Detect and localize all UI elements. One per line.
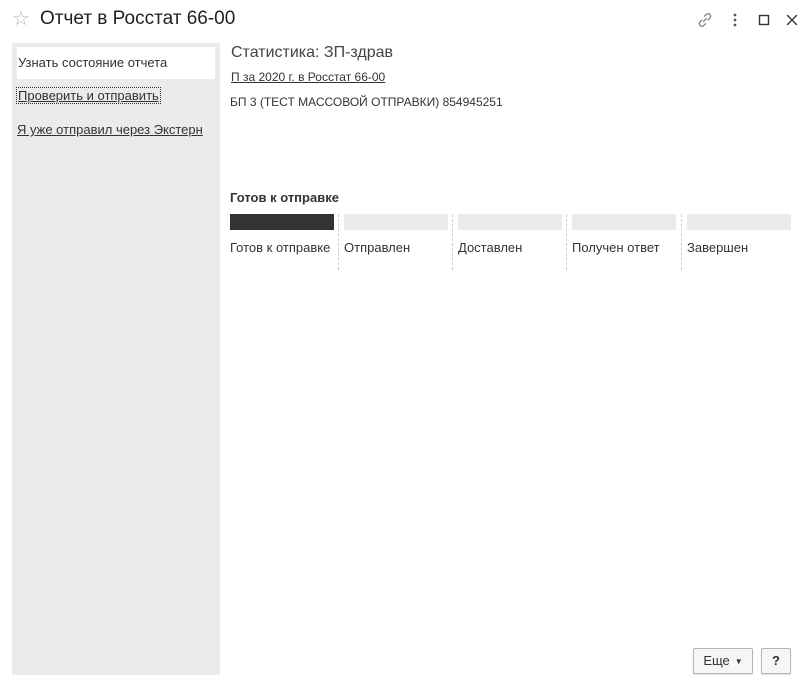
stage-label: Получен ответ — [572, 240, 660, 255]
stage-bar — [572, 214, 676, 230]
window-title: Отчет в Росстат 66-00 — [40, 8, 236, 29]
stage-label: Отправлен — [344, 240, 411, 255]
chevron-down-icon: ▼ — [734, 656, 743, 666]
stage-label: Готов к отправке — [230, 240, 331, 255]
status-stages: Готов к отправке Отправлен Доставлен Пол… — [230, 214, 791, 270]
stage-divider — [566, 214, 567, 270]
stage-bar — [687, 214, 791, 230]
stage-bar — [344, 214, 448, 230]
help-button[interactable]: ? — [761, 648, 791, 674]
organization-name: БП 3 (ТЕСТ МАССОВОЙ ОТПРАВКИ) 854945251 — [230, 95, 503, 109]
report-panel: Статистика: ЗП-здрав П за 2020 г. в Росс… — [230, 43, 800, 683]
report-title: Статистика: ЗП-здрав — [231, 44, 394, 61]
more-button-label: Еще — [703, 653, 730, 668]
stage-divider — [338, 214, 339, 270]
stage-bar — [458, 214, 562, 230]
link-icon[interactable] — [696, 11, 714, 29]
stage-divider — [681, 214, 682, 270]
stage-completed: Завершен — [687, 214, 791, 270]
report-period-link[interactable]: П за 2020 г. в Росстат 66-00 — [231, 70, 385, 84]
stage-divider — [452, 214, 453, 270]
already-sent-link[interactable]: Я уже отправил через Экстерн — [17, 122, 203, 137]
more-actions-icon[interactable] — [726, 11, 744, 29]
maximize-icon[interactable] — [755, 11, 773, 29]
star-icon[interactable]: ☆ — [12, 9, 32, 29]
more-button[interactable]: Еще ▼ — [693, 648, 753, 674]
title-bar: ☆ Отчет в Росстат 66-00 — [0, 0, 812, 40]
stage-label: Завершен — [687, 240, 749, 255]
check-and-send-link[interactable]: Проверить и отправить — [16, 87, 161, 104]
stage-delivered: Доставлен — [458, 214, 562, 270]
check-status-command[interactable]: Узнать состояние отчета — [17, 47, 215, 79]
stage-sent: Отправлен — [344, 214, 448, 270]
stage-ready: Готов к отправке — [230, 214, 334, 270]
stage-label: Доставлен — [458, 240, 523, 255]
stage-response: Получен ответ — [572, 214, 676, 270]
stage-bar — [230, 214, 334, 230]
status-heading: Готов к отправке — [230, 190, 339, 205]
close-icon[interactable] — [783, 11, 801, 29]
command-sidebar: Узнать состояние отчета Проверить и отпр… — [12, 43, 220, 675]
